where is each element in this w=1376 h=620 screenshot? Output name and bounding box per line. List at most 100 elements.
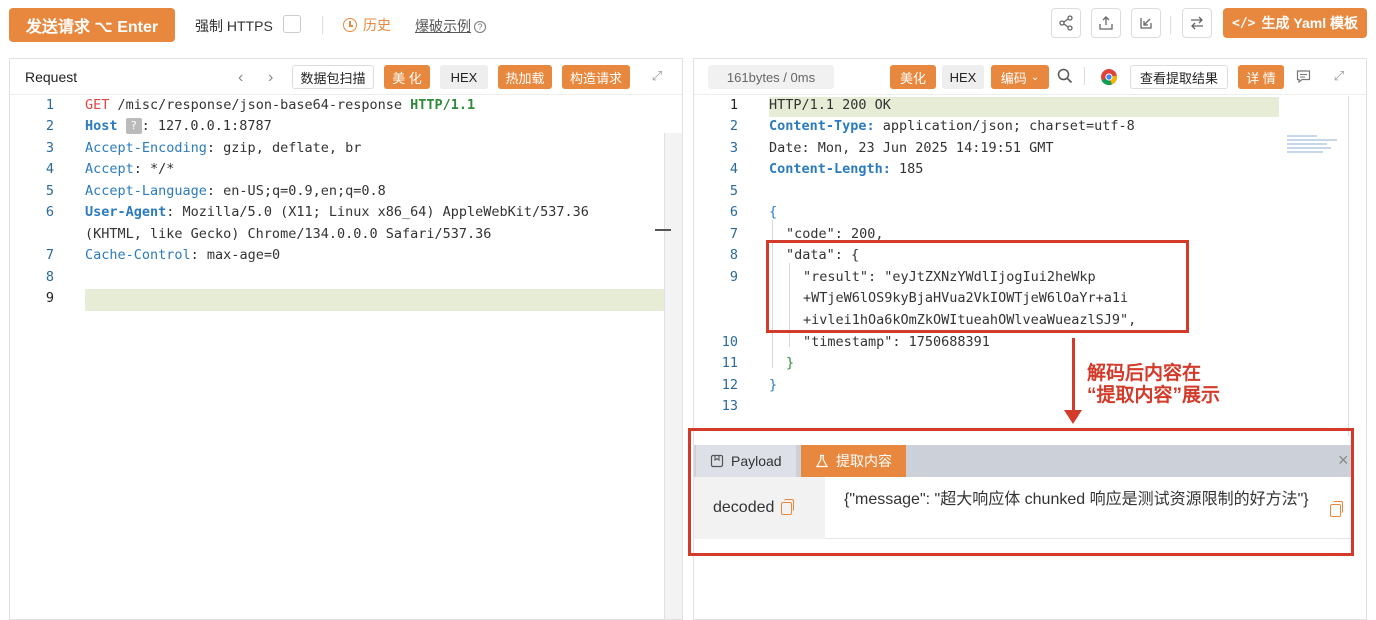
header-value: : 127.0.0.1:8787 xyxy=(141,118,272,134)
json-brace-open: { xyxy=(769,204,778,220)
header-date: Date: Mon, 23 Jun 2025 14:19:51 GMT xyxy=(769,140,1054,156)
expand-icon[interactable]: ⤢ xyxy=(650,69,664,83)
history-label: 历史 xyxy=(363,17,391,33)
generate-yaml-button[interactable]: </> 生成 Yaml 模板 xyxy=(1223,8,1367,38)
annotation-extract-box xyxy=(688,428,1354,556)
chevron-down-icon: ⌄ xyxy=(1030,71,1040,83)
clock-icon xyxy=(343,18,357,32)
chrome-icon[interactable] xyxy=(1100,68,1118,89)
encode-dropdown[interactable]: 编码 ⌄ xyxy=(991,65,1049,89)
share-icon[interactable] xyxy=(1051,8,1081,38)
line-number: 9 xyxy=(729,269,738,285)
hex-button[interactable]: HEX xyxy=(942,65,984,89)
help-icon: ? xyxy=(474,21,486,33)
line-number: 2 xyxy=(729,118,738,134)
header-cache-control: Cache-Control: max-age=0 xyxy=(85,247,280,263)
annotation-highlight-box xyxy=(766,240,1189,333)
code-icon: </> xyxy=(1232,15,1256,31)
force-https-label: 强制 HTTPS xyxy=(195,18,273,34)
line-number: 13 xyxy=(721,398,738,414)
editor-scrollbar[interactable] xyxy=(664,133,682,619)
header-key: Accept xyxy=(85,161,134,177)
generate-yaml-label: 生成 Yaml 模板 xyxy=(1261,15,1358,31)
line-number: 12 xyxy=(721,377,738,393)
annotation-text: 解码后内容在 “提取内容”展示 xyxy=(1087,363,1220,407)
annotation-arrow-head xyxy=(1064,410,1082,424)
status-line: HTTP/1.1 200 OK xyxy=(769,97,891,113)
annotation-line: “提取内容”展示 xyxy=(1087,385,1221,406)
http-method: GET xyxy=(85,97,110,113)
line-number: 5 xyxy=(45,183,54,199)
view-extract-result-button[interactable]: 查看提取结果 xyxy=(1130,65,1228,89)
header-content-length: Content-Length: 185 xyxy=(769,161,923,177)
line-number: 8 xyxy=(45,269,54,285)
line-number: 3 xyxy=(729,140,738,156)
blast-example-label: 爆破示例 xyxy=(415,18,471,34)
response-header: 161bytes / 0ms 美化 HEX 编码 ⌄ 查看提取结果 详 情 ⤢ xyxy=(694,59,1366,95)
response-size-badge: 161bytes / 0ms xyxy=(708,65,834,89)
http-version: HTTP/1.1 xyxy=(410,97,476,113)
header-key: User-Agent xyxy=(85,204,167,220)
beautify-button[interactable]: 美 化 xyxy=(384,65,430,89)
blast-example-link[interactable]: 爆破示例? xyxy=(415,16,486,36)
chevron-right-icon[interactable]: › xyxy=(268,69,273,87)
header-value: : max-age=0 xyxy=(190,247,281,263)
top-toolbar: 发送请求 ⌥ Enter 强制 HTTPS 历史 爆破示例? </> 生成 Ya… xyxy=(0,0,1376,50)
header-key: Host xyxy=(85,118,118,134)
toolbar-divider xyxy=(1170,16,1171,34)
hex-button[interactable]: HEX xyxy=(440,65,488,89)
header-value: : */* xyxy=(133,161,175,177)
header-accept-language: Accept-Language: en-US;q=0.9,en;q=0.8 xyxy=(85,183,386,199)
json-brace-close: } xyxy=(769,377,778,393)
header-user-agent-wrap: (KHTML, like Gecko) Chrome/134.0.0.0 Saf… xyxy=(85,226,492,242)
swap-icon[interactable] xyxy=(1182,8,1212,38)
line-number: 7 xyxy=(45,247,54,263)
import-icon[interactable] xyxy=(1131,8,1161,38)
header-key: Accept-Language xyxy=(85,183,207,199)
packet-scan-button[interactable]: 数据包扫描 xyxy=(292,65,374,89)
construct-request-button[interactable]: 构造请求 xyxy=(562,65,630,89)
header-key: Cache-Control xyxy=(85,247,191,263)
request-path: /misc/response/json-base64-response xyxy=(117,97,403,113)
line-number: 6 xyxy=(729,204,738,220)
request-line: GET /misc/response/json-base64-response … xyxy=(85,97,475,113)
header-value: application/json; charset=utf-8 xyxy=(874,118,1135,134)
host-help-badge[interactable]: ? xyxy=(125,118,142,134)
line-number: 1 xyxy=(45,97,54,113)
minimap[interactable] xyxy=(1287,135,1347,161)
request-editor[interactable]: 1 2 3 4 5 6 7 8 9 GET /misc/response/jso… xyxy=(10,96,682,619)
detail-button[interactable]: 详 情 xyxy=(1238,65,1284,89)
scroll-cursor-marker xyxy=(655,229,671,231)
upload-icon[interactable] xyxy=(1091,8,1121,38)
line-number: 2 xyxy=(45,118,54,134)
chevron-left-icon[interactable]: ‹ xyxy=(238,69,243,87)
header-key: Content-Type: xyxy=(769,118,875,134)
line-number: 4 xyxy=(45,161,54,177)
request-header: Request ‹ › 数据包扫描 美 化 HEX 热加载 构造请求 ⤢ xyxy=(10,59,682,95)
header-content-type: Content-Type: application/json; charset=… xyxy=(769,118,1135,134)
header-value: : Mozilla/5.0 (X11; Linux x86_64) AppleW… xyxy=(166,204,589,220)
request-panel: Request ‹ › 数据包扫描 美 化 HEX 热加载 构造请求 ⤢ 1 2… xyxy=(9,58,683,620)
send-request-button[interactable]: 发送请求 ⌥ Enter xyxy=(9,8,175,42)
comment-icon[interactable] xyxy=(1296,69,1311,87)
toolbar-divider xyxy=(1084,67,1085,85)
header-user-agent: User-Agent: Mozilla/5.0 (X11; Linux x86_… xyxy=(85,204,589,220)
expand-icon[interactable]: ⤢ xyxy=(1332,69,1346,83)
history-button[interactable]: 历史 xyxy=(343,15,391,35)
line-number: 10 xyxy=(721,334,738,350)
force-https-checkbox[interactable] xyxy=(283,15,301,33)
beautify-button[interactable]: 美化 xyxy=(890,65,936,89)
json-timestamp-line: "timestamp": 1750688391 xyxy=(803,334,990,350)
header-value: : en-US;q=0.9,en;q=0.8 xyxy=(206,183,386,199)
header-value: 185 xyxy=(890,161,924,177)
editor-scrollbar[interactable] xyxy=(1348,96,1349,436)
header-accept: Accept: */* xyxy=(85,161,174,177)
header-accept-encoding: Accept-Encoding: gzip, deflate, br xyxy=(85,140,361,156)
request-title: Request xyxy=(25,69,78,85)
line-number: 1 xyxy=(729,97,738,113)
hot-load-button[interactable]: 热加载 xyxy=(498,65,552,89)
line-number: 4 xyxy=(729,161,738,177)
line-number: 5 xyxy=(729,183,738,199)
search-icon[interactable] xyxy=(1056,67,1074,88)
encode-label: 编码 xyxy=(1000,70,1027,86)
